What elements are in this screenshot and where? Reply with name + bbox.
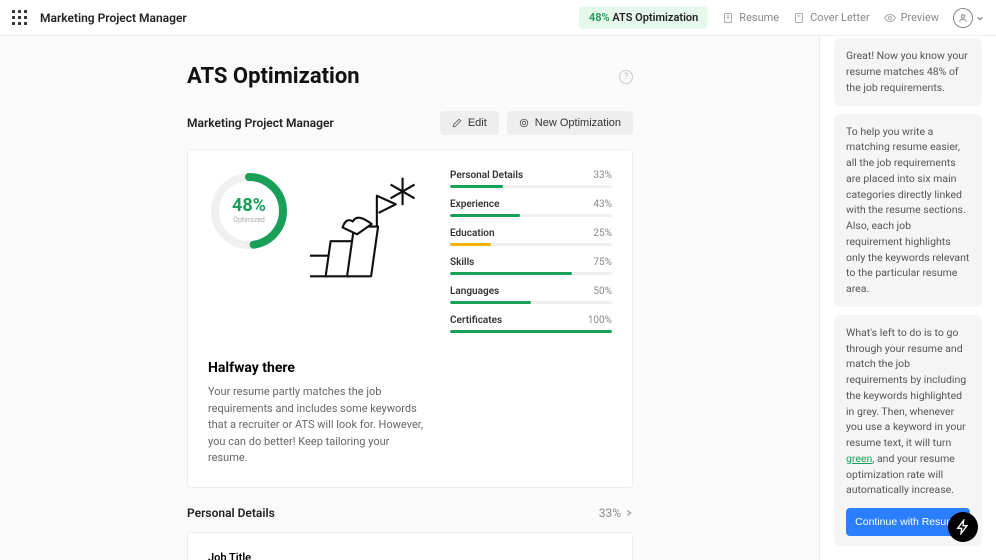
ats-badge[interactable]: 48% ATS Optimization [579,6,708,29]
chat-sidebar: Great! Now you know your resume matches … [820,36,996,560]
progress-bar-item: Certificates100% [450,315,612,333]
job-title-card: Job Title Marketing Project Manager ✓ [187,532,633,560]
user-menu[interactable] [953,8,984,28]
user-icon [953,8,973,28]
chat-msg-2: To help you write a matching resume easi… [834,114,982,307]
header-left: Marketing Project Manager [12,10,187,26]
toolbar: Marketing Project Manager Edit New Optim… [187,111,633,135]
header-right: 48% ATS Optimization Resume Cover Letter… [579,6,984,29]
page-title: ATS Optimization [187,64,360,89]
section-personal-details[interactable]: Personal Details 33% [187,506,633,520]
top-header: Marketing Project Manager 48% ATS Optimi… [0,0,996,36]
progress-bar-item: Languages50% [450,286,612,304]
target-icon [519,118,529,128]
chevron-down-icon [976,14,984,22]
help-fab[interactable] [948,512,978,542]
nav-preview[interactable]: Preview [884,11,939,24]
progress-bars: Personal Details33% Experience43% Educatio… [450,170,612,344]
score-title: Halfway there [208,360,612,376]
progress-bar-item: Personal Details33% [450,170,612,188]
apps-icon[interactable] [12,10,28,26]
progress-bar-item: Skills75% [450,257,612,275]
doc-title: Marketing Project Manager [40,11,187,25]
chat-msg-1: Great! Now you know your resume matches … [834,38,982,105]
pencil-icon [452,118,462,128]
nav-cover-letter[interactable]: Cover Letter [793,11,869,24]
score-desc: Your resume partly matches the job requi… [208,384,428,467]
job-name: Marketing Project Manager [187,116,334,130]
score-card: 48%Optimized [187,149,633,488]
lightning-icon [955,519,971,535]
illustration [310,170,430,290]
score-circle: 48%Optimized [208,170,290,252]
progress-bar-item: Experience43% [450,199,612,217]
edit-button[interactable]: Edit [440,111,499,135]
nav-resume[interactable]: Resume [722,11,779,24]
chevron-right-icon [625,509,633,517]
new-optimization-button[interactable]: New Optimization [507,111,633,135]
progress-bar-item: Education25% [450,228,612,246]
job-title-label: Job Title [208,551,612,560]
help-icon[interactable]: ? [619,70,633,84]
main-content: ATS Optimization ? Marketing Project Man… [0,36,820,560]
